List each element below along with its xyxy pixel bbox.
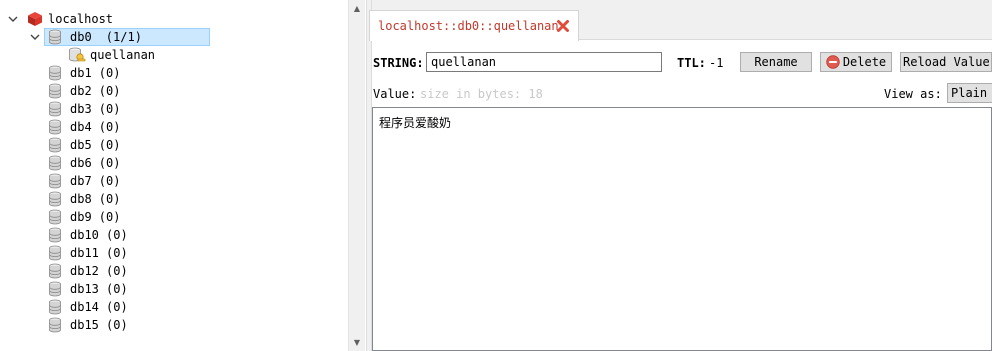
tree-db-db15[interactable]: db15 (0) <box>0 316 345 334</box>
db-key-count: (0) <box>98 102 121 116</box>
db-key-count: (0) <box>98 210 121 224</box>
db-name: db3 <box>70 102 92 116</box>
tree-scrollbar[interactable]: ▲ ▼ <box>348 0 365 351</box>
db-key-count: (0) <box>98 174 121 188</box>
db-key-count: (0) <box>106 228 128 242</box>
ttl-value: -1 <box>709 56 724 70</box>
tree-db-db4[interactable]: db4 (0) <box>0 118 345 136</box>
tree-db-db1[interactable]: db1 (0) <box>0 64 345 82</box>
db-key-count: (0) <box>106 246 128 260</box>
db-key-count: (0) <box>98 66 121 80</box>
string-key-icon <box>68 47 86 63</box>
db-name: db12 <box>70 264 99 278</box>
tree-key-quellanan[interactable]: quellanan <box>0 46 345 64</box>
db-name: db1 <box>70 66 92 80</box>
db-name: db5 <box>70 138 92 152</box>
chevron-down-icon[interactable] <box>30 32 40 42</box>
database-icon <box>48 227 64 243</box>
chevron-down-icon[interactable] <box>8 14 18 24</box>
database-icon <box>48 191 64 207</box>
delete-button[interactable]: Delete <box>820 52 892 72</box>
tab-strip: localhost::db0::quellanan <box>369 0 992 41</box>
key-type-label: STRING: <box>373 56 424 70</box>
key-label: quellanan <box>90 48 156 62</box>
view-as-select[interactable]: Plain <box>947 83 992 103</box>
value-size-hint: size in bytes: 18 <box>420 87 543 101</box>
db-key-count: (1/1) <box>105 30 142 44</box>
db-name: db10 <box>70 228 99 242</box>
key-editor-panel: localhost::db0::quellanan STRING: quella… <box>369 0 992 351</box>
tree-db-db11[interactable]: db11 (0) <box>0 244 345 262</box>
close-icon[interactable] <box>556 19 570 33</box>
database-icon <box>48 101 64 117</box>
db-name: db7 <box>70 174 92 188</box>
tree-db-db7[interactable]: db7 (0) <box>0 172 345 190</box>
key-name-input[interactable]: quellanan <box>426 52 662 72</box>
db-name: db8 <box>70 192 92 206</box>
tree-db-db2[interactable]: db2 (0) <box>0 82 345 100</box>
ttl-label: TTL: <box>677 56 706 70</box>
db-name: db13 <box>70 282 99 296</box>
tree-db-db12[interactable]: db12 (0) <box>0 262 345 280</box>
db-name: db11 <box>70 246 99 260</box>
redis-server-icon <box>28 12 42 26</box>
db-key-count: (0) <box>106 282 128 296</box>
view-as-label: View as: <box>884 87 942 101</box>
database-icon <box>48 155 64 171</box>
db-name: db6 <box>70 156 92 170</box>
tree-db-db5[interactable]: db5 (0) <box>0 136 345 154</box>
database-icon <box>48 263 64 279</box>
rename-button[interactable]: Rename <box>740 52 812 72</box>
value-label: Value: <box>373 87 417 101</box>
tree-db-db3[interactable]: db3 (0) <box>0 100 345 118</box>
database-icon <box>48 65 64 81</box>
delete-label: Delete <box>842 55 887 69</box>
database-icon <box>48 29 64 45</box>
scroll-up-icon[interactable]: ▲ <box>349 0 365 17</box>
tree-db-db8[interactable]: db8 (0) <box>0 190 345 208</box>
tree-db-db13[interactable]: db13 (0) <box>0 280 345 298</box>
tree-db-db10[interactable]: db10 (0) <box>0 226 345 244</box>
database-icon <box>48 83 64 99</box>
delete-icon <box>826 55 840 69</box>
db-name: db14 <box>70 300 99 314</box>
tree-db-db9[interactable]: db9 (0) <box>0 208 345 226</box>
tree-server-localhost[interactable]: localhost <box>0 10 345 28</box>
db-key-count: (0) <box>98 84 121 98</box>
tree-db-db6[interactable]: db6 (0) <box>0 154 345 172</box>
scrollbar-thumb[interactable] <box>351 17 363 334</box>
connection-tree[interactable]: localhost db0 (1/1) quellanan db1 (0) db2 (0) d… <box>0 0 366 351</box>
db-name: db15 <box>70 318 99 332</box>
database-icon <box>48 173 64 189</box>
database-icon <box>48 317 64 333</box>
db-name: db0 <box>70 30 92 44</box>
database-icon <box>48 119 64 135</box>
tab-key-quellanan[interactable]: localhost::db0::quellanan <box>369 10 579 41</box>
db-name: db4 <box>70 120 92 134</box>
server-label: localhost <box>48 12 114 26</box>
tree-db-db14[interactable]: db14 (0) <box>0 298 345 316</box>
db-name: db2 <box>70 84 92 98</box>
tree-db-db0[interactable]: db0 (1/1) <box>0 28 345 46</box>
db-key-count: (0) <box>98 192 121 206</box>
database-icon <box>48 281 64 297</box>
db-name: db9 <box>70 210 92 224</box>
database-icon <box>48 245 64 261</box>
tab-title: localhost::db0::quellanan <box>378 19 559 33</box>
database-icon <box>48 209 64 225</box>
value-editor[interactable]: 程序员爱酸奶 <box>372 107 992 351</box>
db-key-count: (0) <box>98 156 121 170</box>
database-icon <box>48 137 64 153</box>
scroll-down-icon[interactable]: ▼ <box>349 334 365 351</box>
reload-value-button[interactable]: Reload Value <box>900 52 992 72</box>
database-icon <box>48 299 64 315</box>
db-key-count: (0) <box>98 120 121 134</box>
db-key-count: (0) <box>98 138 121 152</box>
value-text[interactable]: 程序员爱酸奶 <box>379 114 451 131</box>
db-key-count: (0) <box>106 300 128 314</box>
db-key-count: (0) <box>106 264 128 278</box>
db-key-count: (0) <box>106 318 128 332</box>
